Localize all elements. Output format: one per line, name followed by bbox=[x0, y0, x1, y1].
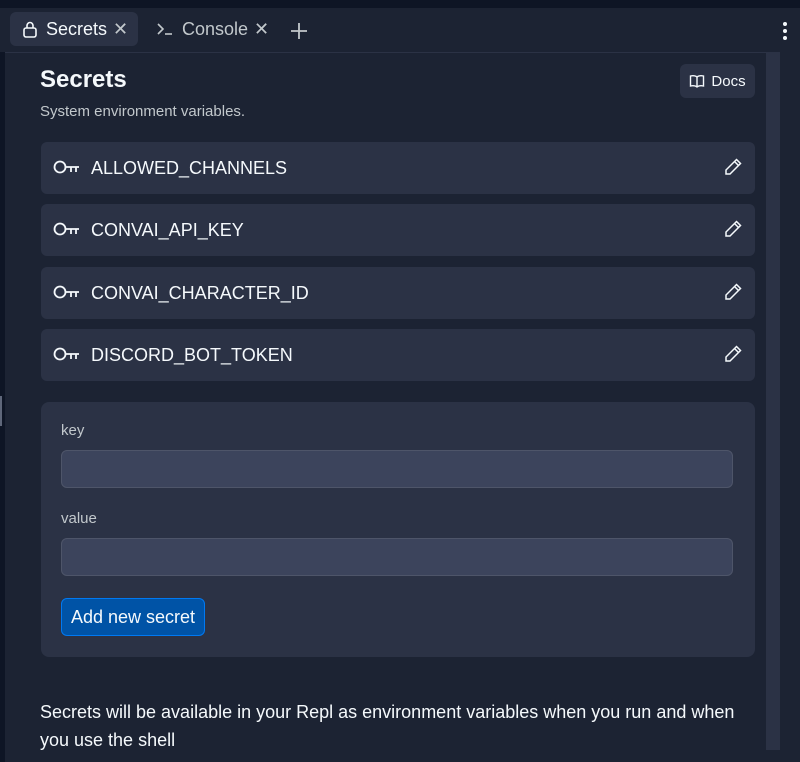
secret-name: ALLOWED_CHANNELS bbox=[91, 158, 288, 178]
plus-icon bbox=[291, 23, 307, 39]
add-secret-form: key value Add new secret bbox=[41, 402, 755, 657]
tab-bar: Secrets ✕ Console ✕ bbox=[0, 8, 800, 53]
pencil-icon bbox=[725, 220, 742, 237]
close-icon[interactable]: ✕ bbox=[113, 19, 128, 40]
window-top-strip bbox=[0, 0, 800, 8]
key-icon bbox=[53, 346, 81, 367]
value-input[interactable] bbox=[61, 538, 733, 576]
kebab-menu-icon bbox=[783, 22, 787, 40]
close-icon[interactable]: ✕ bbox=[254, 19, 269, 40]
secret-name: CONVAI_CHARACTER_ID bbox=[91, 283, 309, 303]
tab-console[interactable]: Console ✕ bbox=[146, 12, 274, 46]
resize-handle[interactable] bbox=[0, 396, 2, 426]
lock-icon bbox=[22, 20, 38, 38]
book-icon bbox=[690, 75, 705, 88]
secrets-info-note: Secrets will be available in your Repl a… bbox=[40, 702, 735, 750]
tab-label: Secrets bbox=[46, 18, 108, 39]
key-icon bbox=[53, 159, 81, 180]
docs-button[interactable]: Docs bbox=[680, 64, 755, 98]
page-title: Secrets bbox=[40, 66, 127, 93]
edit-secret-button[interactable] bbox=[723, 157, 743, 182]
secret-row[interactable]: ALLOWED_CHANNELS bbox=[41, 142, 755, 194]
tab-label: Console bbox=[182, 18, 249, 39]
scrollbar[interactable] bbox=[766, 52, 780, 750]
terminal-icon bbox=[156, 21, 174, 37]
more-options-button[interactable] bbox=[778, 20, 792, 42]
pencil-icon bbox=[725, 158, 742, 175]
edit-secret-button[interactable] bbox=[723, 344, 743, 369]
docs-label: Docs bbox=[711, 72, 746, 90]
key-input[interactable] bbox=[61, 450, 733, 488]
pencil-icon bbox=[725, 345, 742, 362]
edit-secret-button[interactable] bbox=[723, 219, 743, 244]
secret-row[interactable]: DISCORD_BOT_TOKEN bbox=[41, 329, 755, 381]
value-label: value bbox=[61, 510, 97, 527]
secret-name: DISCORD_BOT_TOKEN bbox=[91, 345, 293, 365]
page-subtitle: System environment variables. bbox=[40, 103, 246, 120]
add-new-secret-button[interactable]: Add new secret bbox=[61, 598, 205, 636]
secret-row[interactable]: CONVAI_CHARACTER_ID bbox=[41, 267, 755, 319]
key-icon bbox=[53, 221, 81, 242]
pencil-icon bbox=[725, 283, 742, 300]
right-gutter bbox=[780, 52, 800, 762]
key-label: key bbox=[61, 422, 85, 439]
tab-secrets[interactable]: Secrets ✕ bbox=[10, 12, 138, 46]
edit-secret-button[interactable] bbox=[723, 282, 743, 307]
add-tab-button[interactable] bbox=[288, 20, 310, 42]
secret-name: CONVAI_API_KEY bbox=[91, 220, 244, 240]
key-icon bbox=[53, 284, 81, 305]
secret-row[interactable]: CONVAI_API_KEY bbox=[41, 204, 755, 256]
